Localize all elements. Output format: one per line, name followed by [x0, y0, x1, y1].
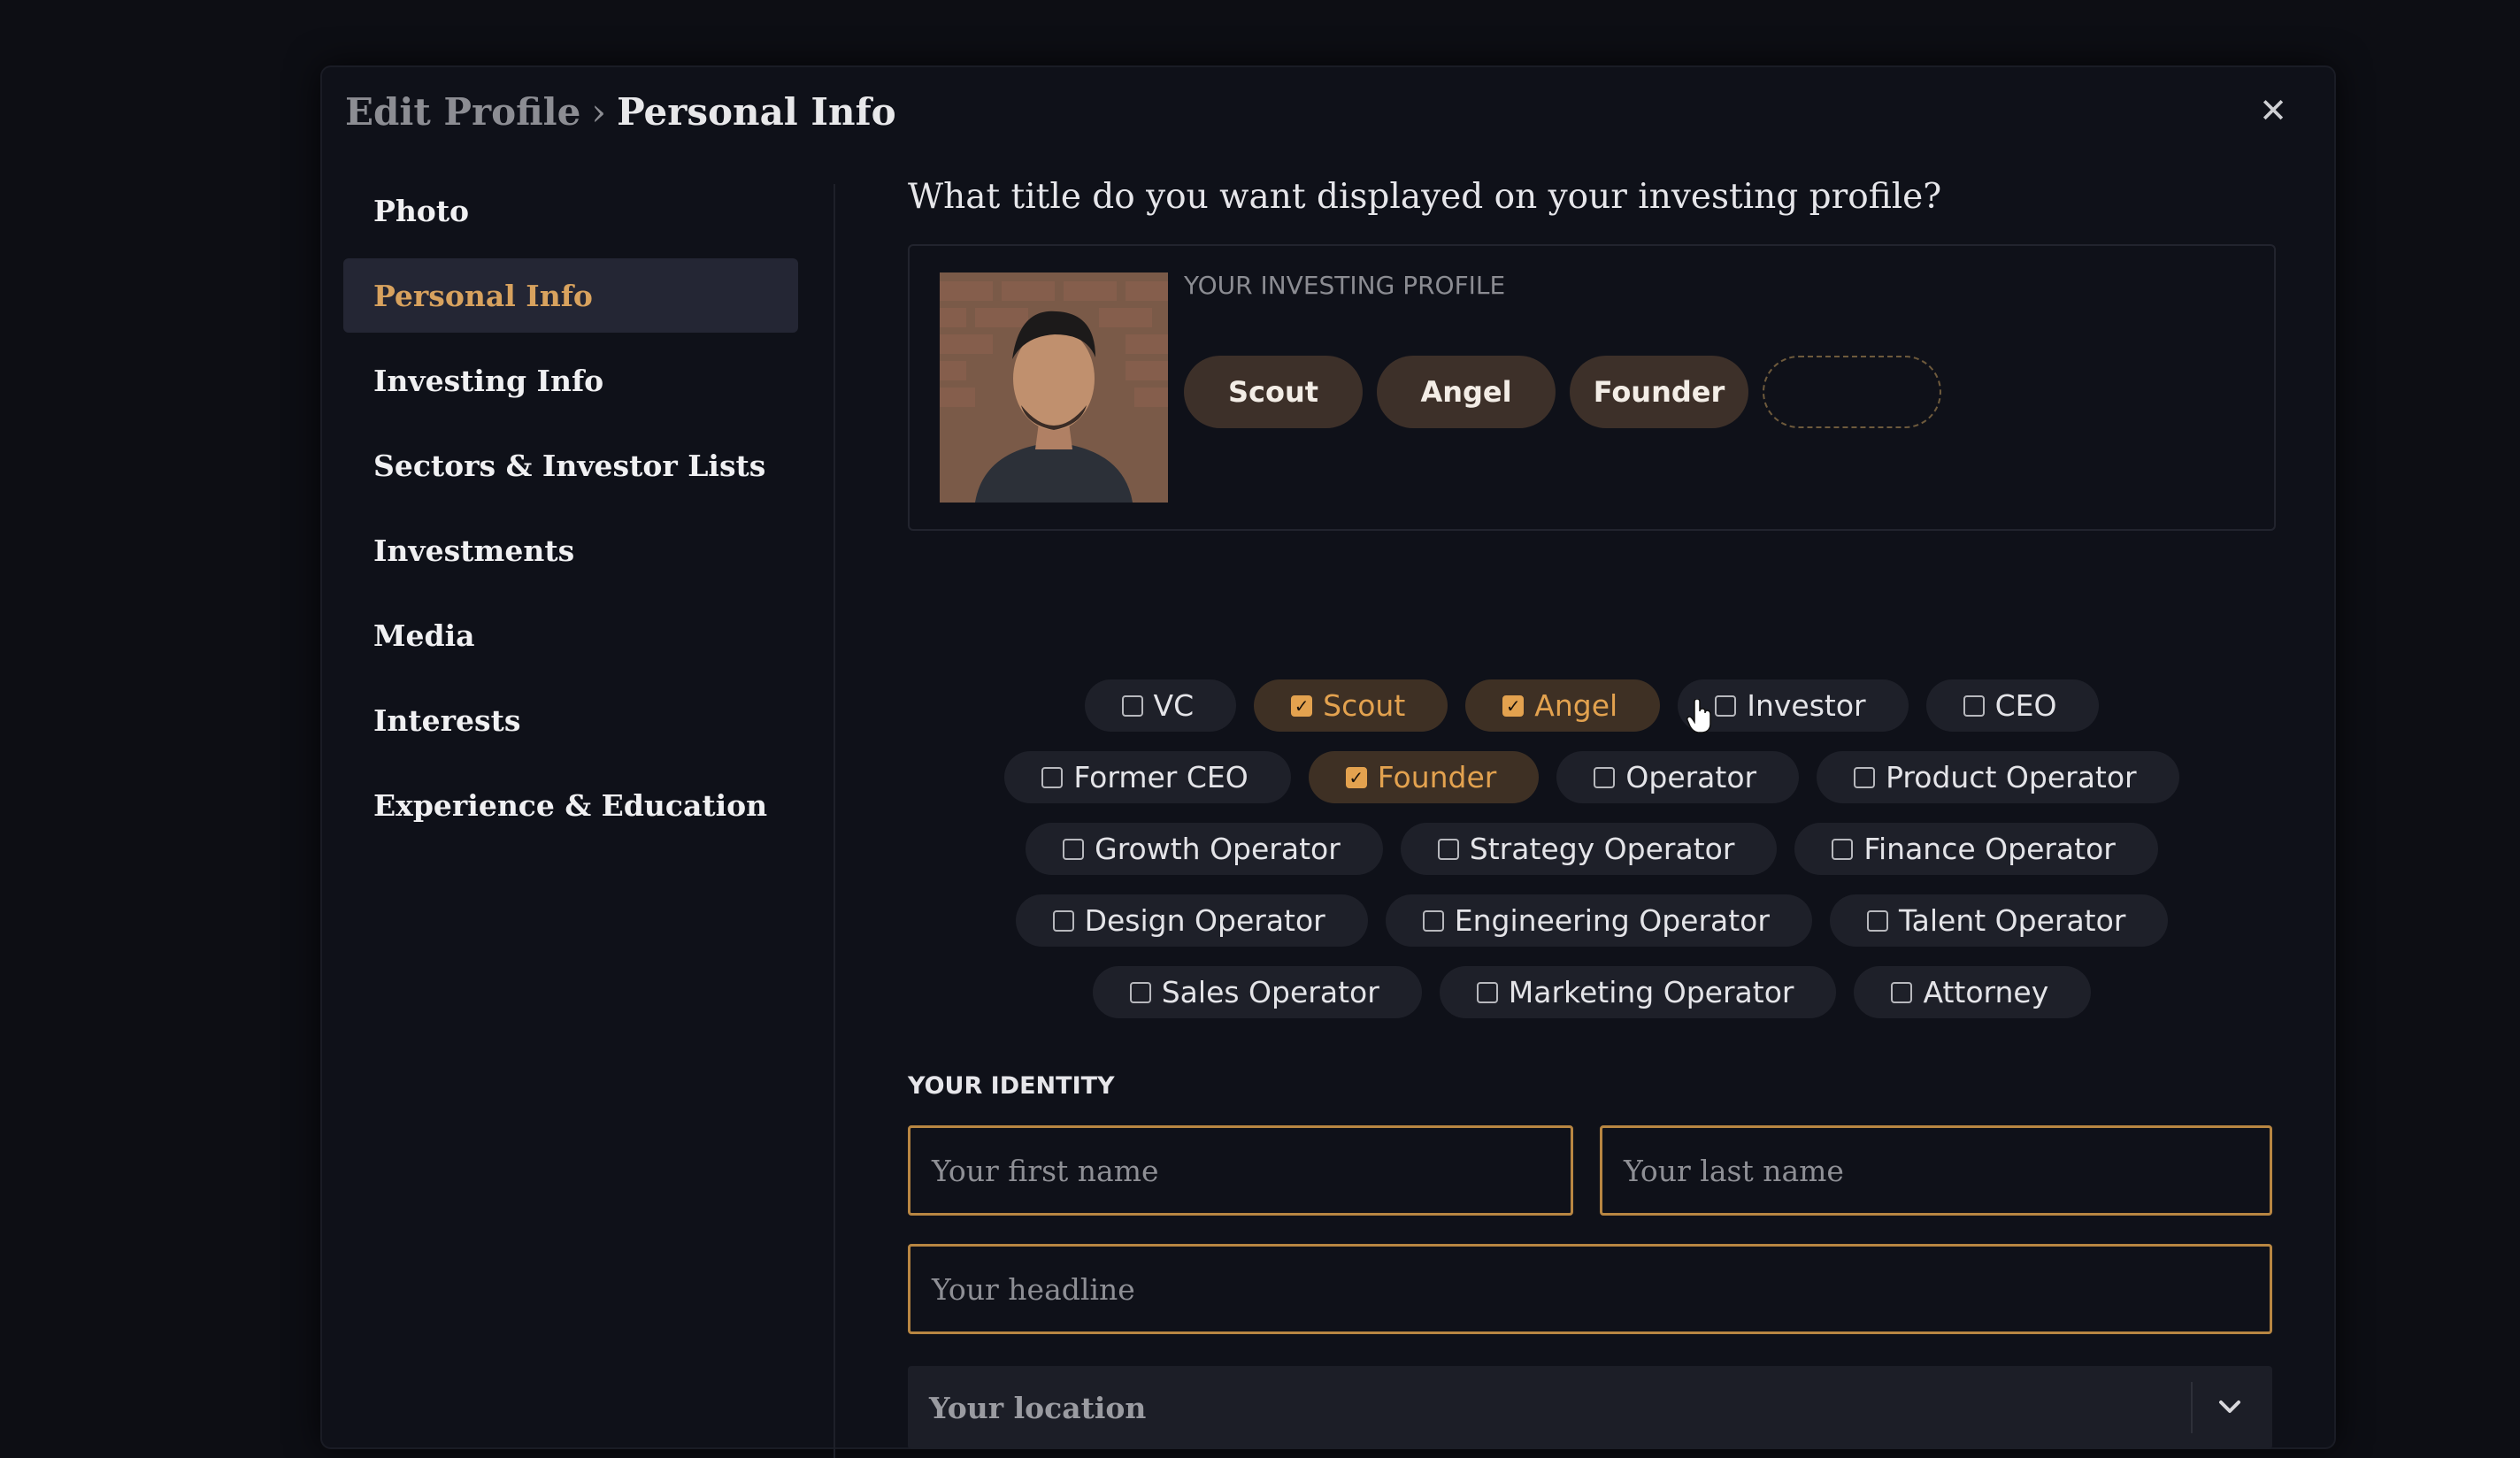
title-chip-ceo[interactable]: CEO: [1925, 679, 2100, 732]
location-select[interactable]: Your location: [908, 1366, 2272, 1449]
selected-titles: Scout Angel Founder: [1184, 356, 1941, 428]
title-chip-attorney[interactable]: Attorney: [1854, 966, 2092, 1018]
investing-profile-label: YOUR INVESTING PROFILE: [1184, 271, 1506, 300]
title-chip-product-operator[interactable]: Product Operator: [1817, 751, 2179, 803]
last-name-field[interactable]: Your last name: [1600, 1125, 2272, 1216]
avatar: [940, 272, 1168, 503]
chip-label: Growth Operator: [1095, 832, 1341, 866]
title-chip-scout[interactable]: ✓ Scout: [1254, 679, 1448, 732]
chip-row: Sales Operator Marketing Operator Attorn…: [1092, 966, 2092, 1018]
sidebar-item-experience-education[interactable]: Experience & Education: [343, 768, 798, 842]
sidebar-item-sectors-investor-lists[interactable]: Sectors & Investor Lists: [343, 428, 798, 503]
title-chip-sales-operator[interactable]: Sales Operator: [1092, 966, 1422, 1018]
edit-profile-modal: Edit Profile › Personal Info ✕ Photo Per…: [322, 67, 2334, 1458]
first-name-field[interactable]: Your first name: [908, 1125, 1573, 1216]
chip-label: Design Operator: [1084, 903, 1325, 938]
chevron-down-icon[interactable]: [2212, 1389, 2247, 1424]
headline-field[interactable]: Your headline: [908, 1244, 2272, 1334]
sidebar-item-photo[interactable]: Photo: [343, 173, 798, 248]
chip-label: Angel: [1534, 688, 1618, 723]
chip-label: Engineering Operator: [1454, 903, 1770, 938]
checkbox-icon[interactable]: [1121, 694, 1143, 717]
title-chip-finance-operator[interactable]: Finance Operator: [1794, 823, 2158, 875]
chip-label: Talent Operator: [1898, 903, 2126, 938]
title-chip-design-operator[interactable]: Design Operator: [1015, 894, 1368, 947]
checkbox-icon[interactable]: [1052, 909, 1074, 932]
close-icon[interactable]: ✕: [2251, 88, 2295, 133]
title-question: What title do you want displayed on your…: [908, 177, 1942, 217]
chip-label: Marketing Operator: [1508, 975, 1794, 1009]
chip-row: Growth Operator Strategy Operator Financ…: [1026, 823, 2158, 875]
checkbox-icon[interactable]: [1832, 838, 1854, 860]
title-chip-strategy-operator[interactable]: Strategy Operator: [1400, 823, 1778, 875]
chip-label: VC: [1153, 688, 1195, 723]
chip-label: Finance Operator: [1863, 832, 2116, 866]
main-content: What title do you want displayed on your…: [908, 177, 2276, 1449]
title-chip-founder[interactable]: ✓ Founder: [1308, 751, 1540, 803]
chip-label: Founder: [1377, 760, 1497, 794]
empty-title-slot: [1763, 356, 1941, 428]
breadcrumb: Edit Profile › Personal Info: [345, 85, 896, 138]
location-placeholder: Your location: [929, 1390, 1147, 1425]
breadcrumb-separator: ›: [591, 89, 607, 134]
checkbox-checked-icon[interactable]: ✓: [1502, 694, 1525, 717]
title-chip-former-ceo[interactable]: Former CEO: [1004, 751, 1291, 803]
checkbox-icon[interactable]: [1854, 766, 1876, 788]
checkbox-icon[interactable]: [1422, 909, 1444, 932]
chip-label: Product Operator: [1886, 760, 2137, 794]
chip-label: Operator: [1625, 760, 1757, 794]
sidebar-item-interests[interactable]: Interests: [343, 683, 798, 757]
chip-row: Former CEO ✓ Founder Operator Product Ope…: [1004, 751, 2179, 803]
title-options: VC ✓ Scout ✓ Angel Investor CEO Former CEO…: [908, 679, 2276, 1018]
select-divider: [2191, 1382, 2193, 1433]
sidebar-item-personal-info[interactable]: Personal Info: [343, 258, 798, 333]
checkbox-checked-icon[interactable]: ✓: [1291, 694, 1313, 717]
checkbox-icon[interactable]: [1476, 981, 1498, 1003]
investing-profile-preview: YOUR INVESTING PROFILE Scout Angel Found…: [908, 244, 2276, 531]
chip-label: Attorney: [1923, 975, 2049, 1009]
identity-section-label: YOUR IDENTITY: [908, 1072, 1115, 1100]
checkbox-icon[interactable]: [1041, 766, 1064, 788]
chip-row: VC ✓ Scout ✓ Angel Investor CEO: [1084, 679, 2100, 732]
chip-label: Strategy Operator: [1469, 832, 1735, 866]
breadcrumb-current: Personal Info: [617, 89, 896, 134]
title-chip-growth-operator[interactable]: Growth Operator: [1026, 823, 1383, 875]
title-chip-marketing-operator[interactable]: Marketing Operator: [1439, 966, 1837, 1018]
sidebar-item-investing-info[interactable]: Investing Info: [343, 343, 798, 418]
checkbox-icon[interactable]: [1715, 694, 1737, 717]
checkbox-checked-icon[interactable]: ✓: [1345, 766, 1367, 788]
chip-row: Design Operator Engineering Operator Tal…: [1015, 894, 2169, 947]
sidebar-item-investments[interactable]: Investments: [343, 513, 798, 587]
profile-title-pill: Founder: [1570, 356, 1748, 428]
checkbox-icon[interactable]: [1594, 766, 1616, 788]
title-chip-talent-operator[interactable]: Talent Operator: [1829, 894, 2169, 947]
profile-title-pill: Angel: [1377, 356, 1556, 428]
checkbox-icon[interactable]: [1891, 981, 1913, 1003]
hand-cursor-icon: [1686, 699, 1711, 733]
chip-label: Investor: [1747, 688, 1866, 723]
checkbox-icon[interactable]: [1866, 909, 1888, 932]
title-chip-engineering-operator[interactable]: Engineering Operator: [1385, 894, 1812, 947]
chip-label: Sales Operator: [1161, 975, 1379, 1009]
chip-label: CEO: [1994, 688, 2057, 723]
title-chip-vc[interactable]: VC: [1084, 679, 1237, 732]
checkbox-icon[interactable]: [1963, 694, 1985, 717]
chip-label: Scout: [1323, 688, 1406, 723]
vertical-divider: [834, 184, 835, 1458]
checkbox-icon[interactable]: [1437, 838, 1459, 860]
profile-title-pill: Scout: [1184, 356, 1363, 428]
chip-label: Former CEO: [1073, 760, 1248, 794]
checkbox-icon[interactable]: [1129, 981, 1151, 1003]
sidebar-item-media[interactable]: Media: [343, 598, 798, 672]
checkbox-icon[interactable]: [1063, 838, 1085, 860]
title-chip-angel[interactable]: ✓ Angel: [1465, 679, 1661, 732]
sidebar: Photo Personal Info Investing Info Secto…: [343, 173, 798, 853]
breadcrumb-parent[interactable]: Edit Profile: [345, 90, 580, 134]
title-chip-operator[interactable]: Operator: [1556, 751, 1800, 803]
